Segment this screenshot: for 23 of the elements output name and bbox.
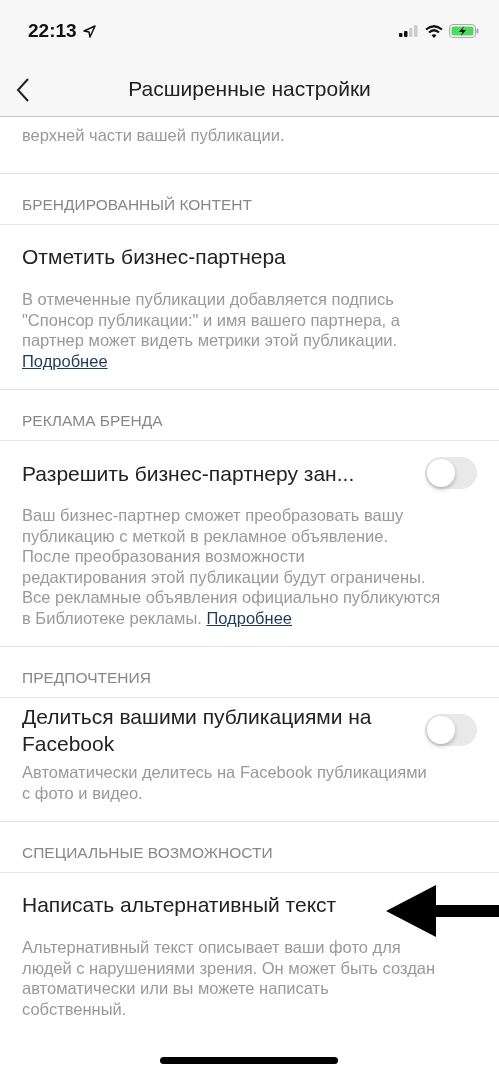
setting-label: Делиться вашими публикациями на Facebook [22, 704, 373, 757]
toggle-switch[interactable] [425, 457, 477, 489]
section-header: РЕКЛАМА БРЕНДА [0, 389, 499, 440]
description-text: Автоматически делитесь на Facebook публикациями с фото и видео. [22, 762, 428, 804]
description-text: Ваш бизнес-партнер сможет преобразовать вашу публикацию с меткой в рекламное объявление. После преобразования возможности редактирования этой публикации будут ограничены. Все рекламные объявления официально публикуются в Библиотеке рекламы. Подробнее [22, 505, 442, 629]
description-text: В отмеченные публикации добавляется подпись "Спонсор публикации:" и имя вашего партнера, а партнер может видеть метрики этой публикации. Подробнее [22, 289, 401, 372]
section-header: СПЕЦИАЛЬНЫЕ ВОЗМОЖНОСТИ [0, 821, 499, 872]
signal-icon [399, 25, 419, 37]
setting-item[interactable]: Написать альтернативный текст [22, 893, 337, 917]
section-header: БРЕНДИРОВАННЫЙ КОНТЕНТ [0, 173, 499, 224]
section-header: ПРЕДПОЧТЕНИЯ [0, 646, 499, 697]
description-text: верхней части вашей публикации. [22, 125, 286, 146]
setting-item[interactable]: Отметить бизнес-партнера [22, 245, 286, 269]
status-time: 22:13 [28, 20, 77, 42]
description-text: Альтернативный текст описывает ваши фото для людей с нарушениями зрения. Он может быть создан автоматически или вы можете написать собственный. [22, 937, 437, 1020]
setting-label: Разрешить бизнес-партнеру зан... [22, 460, 355, 487]
learn-more-link[interactable]: Подробнее [22, 351, 108, 370]
location-icon [82, 24, 96, 38]
wifi-icon [425, 24, 443, 38]
screen-title: Расширенные настройки [128, 77, 371, 101]
learn-more-link[interactable]: Подробнее [206, 608, 292, 627]
battery-icon [449, 24, 479, 38]
toggle-switch[interactable] [425, 714, 477, 746]
